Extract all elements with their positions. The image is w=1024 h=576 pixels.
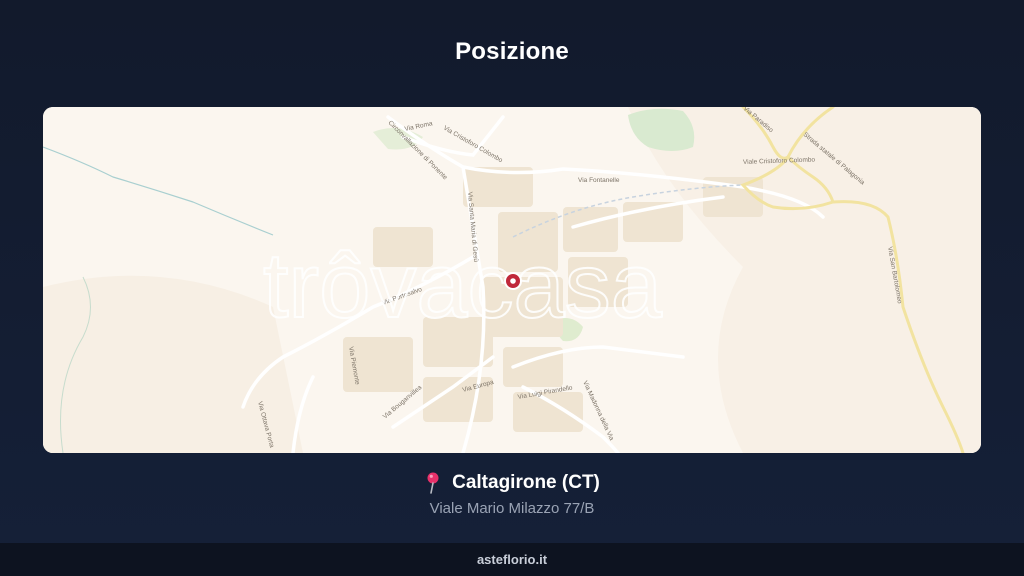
- pushpin-icon: [427, 472, 439, 494]
- map-canvas[interactable]: Viale Cristoforo Colombo Via Fontanelle …: [43, 107, 981, 453]
- footer-bar: asteflorio.it: [0, 543, 1024, 576]
- city-name: Caltagirone (CT): [452, 472, 600, 493]
- location-summary: Caltagirone (CT): [0, 472, 1024, 494]
- site-link[interactable]: asteflorio.it: [477, 552, 547, 567]
- street-label: Via Fontanelle: [578, 177, 620, 184]
- page-title: Posizione: [455, 38, 569, 65]
- location-pin-icon[interactable]: [504, 272, 522, 290]
- street-address: Viale Mario Milazzo 77/B: [429, 500, 595, 517]
- location-map[interactable]: Viale Cristoforo Colombo Via Fontanelle …: [43, 107, 981, 453]
- brand-watermark: trôvacasa: [263, 235, 663, 337]
